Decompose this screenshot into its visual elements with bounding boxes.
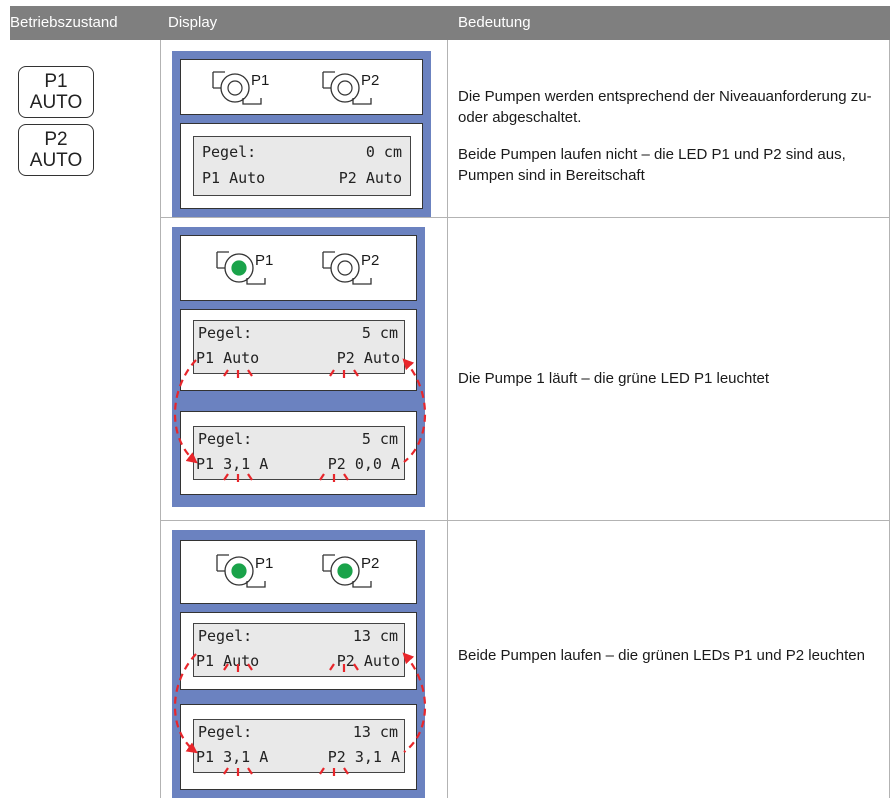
row-divider-2 [160, 520, 889, 521]
p2-auto-button: P2 AUTO [18, 124, 94, 176]
table-header: Betriebszustand Display Bedeutung [10, 6, 890, 40]
col-divider-3 [889, 40, 890, 798]
p1-auto-line2: AUTO [29, 92, 83, 113]
lcd-level-label: Pegel: [198, 430, 253, 448]
row1-description: Die Pumpen werden entsprechend der Nivea… [458, 86, 878, 186]
row1-desc-p1: Die Pumpen werden entsprechend der Nivea… [458, 88, 872, 126]
p2-auto-line1: P2 [44, 129, 68, 150]
pump-icons [216, 554, 372, 588]
pump1-label: P1 [255, 252, 274, 269]
pump2-label: P2 [361, 72, 380, 89]
row3-description: Beide Pumpen laufen – die grünen LEDs P1… [458, 645, 878, 666]
lcd-level-value: 13 cm [352, 627, 398, 645]
lcd-right-status: P2 Auto [338, 169, 402, 187]
lcd-box-1: Pegel: 13 cm P1 Auto P2 Auto [180, 612, 417, 690]
row1-desc-p2: Beide Pumpen laufen nicht – die LED P1 u… [458, 146, 846, 184]
display-panel-row1: P1 P2 Pegel: 0 cm P1 Auto P2 Auto [172, 51, 431, 217]
pump-icons [216, 251, 372, 285]
pump2-label: P2 [361, 252, 380, 269]
lcd-left-status: P1 Auto [202, 169, 266, 187]
pump1-led [231, 563, 247, 579]
lcd-box-1: Pegel: 5 cm P1 Auto P2 Auto [180, 309, 417, 391]
header-display: Display [168, 14, 218, 31]
row3-desc-p1: Beide Pumpen laufen – die grünen LEDs P1… [458, 647, 865, 664]
lcd-screen: Pegel: 5 cm P1 3,1 A P2 0,0 A [193, 426, 405, 480]
lcd-screen: Pegel: 0 cm P1 Auto P2 Auto [193, 136, 411, 196]
pump-indicator-box: P1 P2 [180, 540, 417, 604]
lcd-level-label: Pegel: [202, 143, 257, 161]
pump1-label: P1 [251, 72, 270, 89]
lcd-box: Pegel: 0 cm P1 Auto P2 Auto [180, 123, 423, 209]
lcd-level-label: Pegel: [198, 627, 253, 645]
lcd-right-status: P2 3,1 A [327, 748, 400, 766]
pump-indicator-box: P1 P2 [180, 235, 417, 301]
lcd-screen: Pegel: 13 cm P1 3,1 A P2 3,1 A [193, 719, 405, 773]
lcd-box-2: Pegel: 5 cm P1 3,1 A P2 0,0 A [180, 411, 417, 495]
pump2-label: P2 [361, 555, 380, 572]
col-divider-1 [160, 40, 161, 798]
p1-auto-line1: P1 [44, 71, 68, 92]
pump1-label: P1 [255, 555, 274, 572]
pump1-led [231, 260, 247, 276]
lcd-left-status: P1 3,1 A [196, 455, 269, 473]
row-divider-1 [160, 217, 889, 218]
header-meaning: Bedeutung [458, 14, 531, 31]
col-divider-2 [447, 40, 448, 798]
lcd-level-value: 13 cm [352, 723, 398, 741]
lcd-right-status: P2 Auto [336, 349, 400, 367]
p1-auto-button: P1 AUTO [18, 66, 94, 118]
lcd-level-value: 5 cm [361, 430, 398, 448]
lcd-level-label: Pegel: [198, 324, 253, 342]
lcd-level-value: 5 cm [361, 324, 398, 342]
row2-desc-p1: Die Pumpe 1 läuft – die grüne LED P1 leu… [458, 370, 770, 387]
pump2-led [337, 260, 353, 276]
lcd-box-2: Pegel: 13 cm P1 3,1 A P2 3,1 A [180, 704, 417, 790]
pump-indicator-box: P1 P2 [180, 59, 423, 115]
display-panel-row2: P1 P2 Pegel: 5 cm P1 Auto P2 Auto Pegel:… [172, 227, 425, 507]
lcd-left-status: P1 3,1 A [196, 748, 269, 766]
p2-auto-line2: AUTO [29, 150, 83, 171]
lcd-level-value: 0 cm [365, 143, 402, 161]
lcd-level-label: Pegel: [198, 723, 253, 741]
row2-description: Die Pumpe 1 läuft – die grüne LED P1 leu… [458, 368, 878, 389]
lcd-left-status: P1 Auto [196, 652, 260, 670]
pump-icons [212, 71, 372, 105]
lcd-left-status: P1 Auto [196, 349, 260, 367]
pump2-led [337, 563, 353, 579]
display-panel-row3: P1 P2 Pegel: 13 cm P1 Auto P2 Auto Pegel… [172, 530, 425, 798]
lcd-right-status: P2 Auto [336, 652, 400, 670]
lcd-right-status: P2 0,0 A [327, 455, 400, 473]
header-state: Betriebszustand [10, 14, 118, 31]
lcd-screen: Pegel: 13 cm P1 Auto P2 Auto [193, 623, 405, 677]
lcd-screen: Pegel: 5 cm P1 Auto P2 Auto [193, 320, 405, 374]
